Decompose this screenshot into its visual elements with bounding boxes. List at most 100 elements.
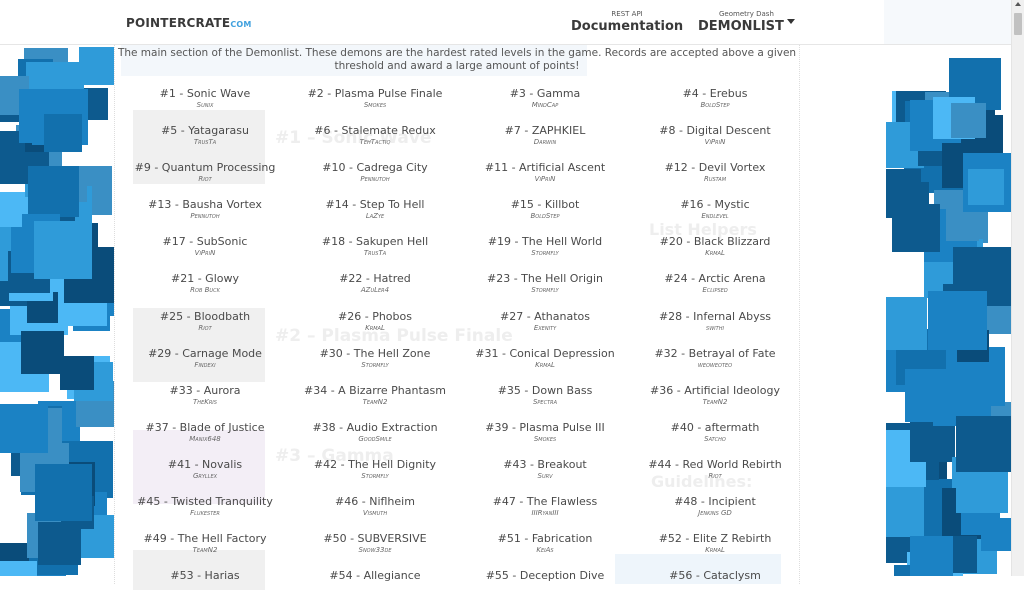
demon-name-link[interactable]: #37 - Blade of Justice bbox=[120, 420, 290, 435]
demon-name-link[interactable]: #1 - Sonic Wave bbox=[120, 86, 290, 101]
demon-list-item[interactable]: #53 - Harias bbox=[120, 568, 290, 605]
demon-name-link[interactable]: #21 - Glowy bbox=[120, 271, 290, 286]
demon-name-link[interactable]: #31 - Conical Depression bbox=[460, 346, 630, 361]
demon-name-link[interactable]: #13 - Bausha Vortex bbox=[120, 197, 290, 212]
demon-name-link[interactable]: #16 - Mystic bbox=[630, 197, 800, 212]
demon-name-link[interactable]: #23 - The Hell Origin bbox=[460, 271, 630, 286]
demon-list-item[interactable]: #56 - Cataclysm bbox=[630, 568, 800, 605]
demon-list-item[interactable]: #4 - Erebus BoldStep bbox=[630, 86, 800, 123]
demon-name-link[interactable]: #10 - Cadrega City bbox=[290, 160, 460, 175]
demon-list-item[interactable]: #16 - Mystic Endlevel bbox=[630, 197, 800, 234]
demon-list-item[interactable]: #36 - Artificial Ideology TeamN2 bbox=[630, 383, 800, 420]
demon-list-item[interactable]: #31 - Conical Depression KrmaL bbox=[460, 346, 630, 383]
demon-list-item[interactable]: #33 - Aurora TheKris bbox=[120, 383, 290, 420]
demon-list-item[interactable]: #43 - Breakout Surv bbox=[460, 457, 630, 494]
demon-list-item[interactable]: #30 - The Hell Zone Stormfly bbox=[290, 346, 460, 383]
demon-name-link[interactable]: #43 - Breakout bbox=[460, 457, 630, 472]
demon-list-item[interactable]: #9 - Quantum Processing Riot bbox=[120, 160, 290, 197]
demon-list-item[interactable]: #7 - ZAPHKIEL Darwin bbox=[460, 123, 630, 160]
demon-list-item[interactable]: #8 - Digital Descent ViPriN bbox=[630, 123, 800, 160]
demon-list-item[interactable]: #29 - Carnage Mode Findexi bbox=[120, 346, 290, 383]
demon-name-link[interactable]: #34 - A Bizarre Phantasm bbox=[290, 383, 460, 398]
demon-name-link[interactable]: #26 - Phobos bbox=[290, 309, 460, 324]
demon-list-item[interactable]: #45 - Twisted Tranquility Flukester bbox=[120, 494, 290, 531]
demon-list-item[interactable]: #46 - Niflheim Vismuth bbox=[290, 494, 460, 531]
demon-list-item[interactable]: #19 - The Hell World Stormfly bbox=[460, 234, 630, 271]
demon-list-item[interactable]: #12 - Devil Vortex Rustam bbox=[630, 160, 800, 197]
demon-list-item[interactable]: #2 - Plasma Pulse Finale Smokes bbox=[290, 86, 460, 123]
demon-name-link[interactable]: #52 - Elite Z Rebirth bbox=[630, 531, 800, 546]
demon-list-item[interactable]: #49 - The Hell Factory TeamN2 bbox=[120, 531, 290, 568]
scroll-thumb[interactable] bbox=[1014, 13, 1022, 35]
demon-name-link[interactable]: #45 - Twisted Tranquility bbox=[120, 494, 290, 509]
demon-name-link[interactable]: #25 - Bloodbath bbox=[120, 309, 290, 324]
demon-name-link[interactable]: #27 - Athanatos bbox=[460, 309, 630, 324]
demon-list-item[interactable]: #22 - Hatred AZuLer4 bbox=[290, 271, 460, 308]
demon-list-item[interactable]: #37 - Blade of Justice Manix648 bbox=[120, 420, 290, 457]
demon-list-item[interactable]: #3 - Gamma MindCap bbox=[460, 86, 630, 123]
site-logo[interactable]: POINTERCRATECOM bbox=[126, 16, 252, 30]
demon-name-link[interactable]: #24 - Arctic Arena bbox=[630, 271, 800, 286]
demon-list-item[interactable]: #11 - Artificial Ascent ViPriN bbox=[460, 160, 630, 197]
demon-list-item[interactable]: #40 - aftermath Satcho bbox=[630, 420, 800, 457]
demon-name-link[interactable]: #36 - Artificial Ideology bbox=[630, 383, 800, 398]
demon-list-item[interactable]: #26 - Phobos KrmaL bbox=[290, 309, 460, 346]
demon-name-link[interactable]: #19 - The Hell World bbox=[460, 234, 630, 249]
demon-name-link[interactable]: #6 - Stalemate Redux bbox=[290, 123, 460, 138]
demon-name-link[interactable]: #50 - SUBVERSIVE bbox=[290, 531, 460, 546]
demon-name-link[interactable]: #28 - Infernal Abyss bbox=[630, 309, 800, 324]
demon-name-link[interactable]: #49 - The Hell Factory bbox=[120, 531, 290, 546]
demon-name-link[interactable]: #12 - Devil Vortex bbox=[630, 160, 800, 175]
demon-name-link[interactable]: #20 - Black Blizzard bbox=[630, 234, 800, 249]
scroll-up-arrow-icon[interactable] bbox=[1015, 2, 1021, 6]
demon-list-item[interactable]: #5 - Yatagarasu TrusTa bbox=[120, 123, 290, 160]
demon-list-item[interactable]: #17 - SubSonic ViPriN bbox=[120, 234, 290, 271]
demon-list-item[interactable]: #21 - Glowy Rob Buck bbox=[120, 271, 290, 308]
demon-list-item[interactable]: #38 - Audio Extraction GoodSmile bbox=[290, 420, 460, 457]
demon-name-link[interactable]: #47 - The Flawless bbox=[460, 494, 630, 509]
demon-list-item[interactable]: #24 - Arctic Arena Eclipsed bbox=[630, 271, 800, 308]
demon-name-link[interactable]: #35 - Down Bass bbox=[460, 383, 630, 398]
demon-name-link[interactable]: #8 - Digital Descent bbox=[630, 123, 800, 138]
page-scrollbar[interactable] bbox=[1011, 0, 1024, 576]
demon-list-item[interactable]: #10 - Cadrega City Pennutoh bbox=[290, 160, 460, 197]
demon-list-item[interactable]: #25 - Bloodbath Riot bbox=[120, 309, 290, 346]
demon-name-link[interactable]: #14 - Step To Hell bbox=[290, 197, 460, 212]
demon-name-link[interactable]: #3 - Gamma bbox=[460, 86, 630, 101]
demon-list-item[interactable]: #6 - Stalemate Redux TehTactiq bbox=[290, 123, 460, 160]
demon-name-link[interactable]: #17 - SubSonic bbox=[120, 234, 290, 249]
demon-list-item[interactable]: #1 - Sonic Wave Sunix bbox=[120, 86, 290, 123]
demon-name-link[interactable]: #39 - Plasma Pulse III bbox=[460, 420, 630, 435]
demon-list-item[interactable]: #23 - The Hell Origin Stormfly bbox=[460, 271, 630, 308]
demon-list-item[interactable]: #41 - Novalis Gryllex bbox=[120, 457, 290, 494]
demon-list-item[interactable]: #27 - Athanatos Exenity bbox=[460, 309, 630, 346]
nav-documentation[interactable]: REST API Documentation bbox=[571, 10, 683, 34]
demon-name-link[interactable]: #51 - Fabrication bbox=[460, 531, 630, 546]
demon-list-item[interactable]: #55 - Deception Dive bbox=[460, 568, 630, 605]
demon-list-item[interactable]: #48 - Incipient Jenkins GD bbox=[630, 494, 800, 531]
demon-list-item[interactable]: #35 - Down Bass Spectra bbox=[460, 383, 630, 420]
demon-name-link[interactable]: #2 - Plasma Pulse Finale bbox=[290, 86, 460, 101]
demon-name-link[interactable]: #33 - Aurora bbox=[120, 383, 290, 398]
demon-list-item[interactable]: #34 - A Bizarre Phantasm TeamN2 bbox=[290, 383, 460, 420]
demon-list-item[interactable]: #32 - Betrayal of Fate weoweoteo bbox=[630, 346, 800, 383]
demon-name-link[interactable]: #18 - Sakupen Hell bbox=[290, 234, 460, 249]
demon-name-link[interactable]: #46 - Niflheim bbox=[290, 494, 460, 509]
demon-name-link[interactable]: #15 - Killbot bbox=[460, 197, 630, 212]
demon-name-link[interactable]: #22 - Hatred bbox=[290, 271, 460, 286]
demon-list-item[interactable]: #15 - Killbot BoldStep bbox=[460, 197, 630, 234]
demon-list-item[interactable]: #42 - The Hell Dignity Stormfly bbox=[290, 457, 460, 494]
demon-name-link[interactable]: #32 - Betrayal of Fate bbox=[630, 346, 800, 361]
demon-list-item[interactable]: #50 - SUBVERSIVE Snow33de bbox=[290, 531, 460, 568]
demon-list-item[interactable]: #28 - Infernal Abyss swithi bbox=[630, 309, 800, 346]
demon-list-item[interactable]: #47 - The Flawless IIIRyanIII bbox=[460, 494, 630, 531]
demon-name-link[interactable]: #29 - Carnage Mode bbox=[120, 346, 290, 361]
demon-list-item[interactable]: #51 - Fabrication KeiAs bbox=[460, 531, 630, 568]
demon-name-link[interactable]: #5 - Yatagarasu bbox=[120, 123, 290, 138]
demon-name-link[interactable]: #44 - Red World Rebirth bbox=[630, 457, 800, 472]
demon-list-item[interactable]: #18 - Sakupen Hell TrusTa bbox=[290, 234, 460, 271]
demon-list-item[interactable]: #52 - Elite Z Rebirth KrmaL bbox=[630, 531, 800, 568]
demon-list-item[interactable]: #44 - Red World Rebirth Riot bbox=[630, 457, 800, 494]
demon-list-item[interactable]: #13 - Bausha Vortex Pennutoh bbox=[120, 197, 290, 234]
demon-list-item[interactable]: #14 - Step To Hell LaZye bbox=[290, 197, 460, 234]
